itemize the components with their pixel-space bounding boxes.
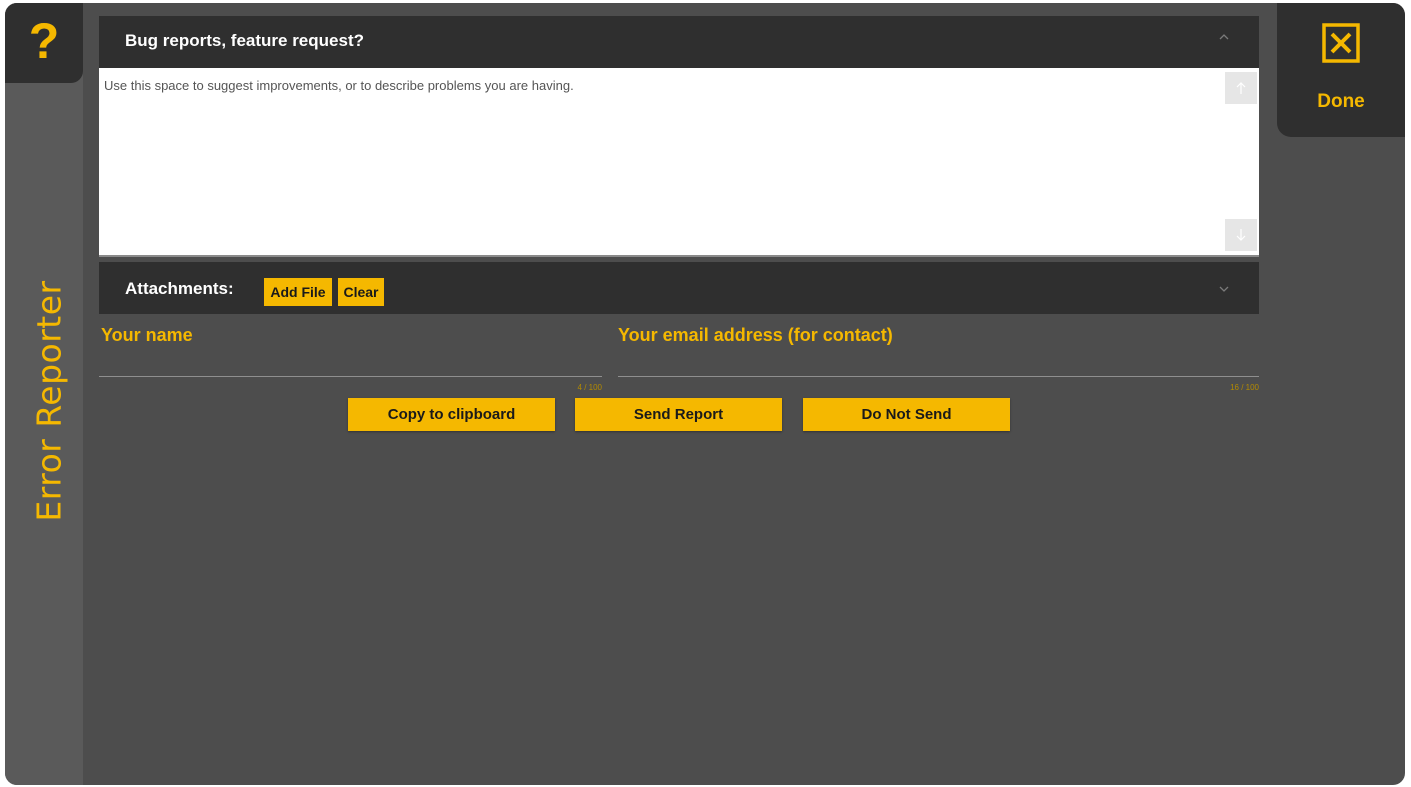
name-input[interactable] — [99, 376, 602, 377]
email-counter: 16 / 100 — [1230, 383, 1259, 392]
attachments-header: Attachments: Add File Clear — [99, 262, 1259, 314]
add-file-button[interactable]: Add File — [264, 278, 332, 306]
bug-report-title: Bug reports, feature request? — [125, 31, 364, 50]
scroll-down-button[interactable] — [1225, 219, 1257, 251]
email-label: Your email address (for contact) — [618, 325, 893, 345]
clear-attachments-button[interactable]: Clear — [338, 278, 384, 306]
close-box-icon — [1322, 23, 1360, 63]
done-button[interactable]: Done — [1277, 3, 1405, 137]
error-reporter-window: ? Error Reporter Done Bug reports, featu… — [5, 3, 1405, 785]
attachments-title: Attachments: — [125, 279, 234, 298]
email-input[interactable] — [618, 376, 1259, 377]
do-not-send-button[interactable]: Do Not Send — [803, 398, 1010, 431]
help-icon: ? — [28, 13, 60, 69]
help-button[interactable]: ? — [5, 3, 83, 83]
chevron-down-icon[interactable] — [1217, 282, 1231, 296]
chevron-up-icon[interactable] — [1217, 30, 1231, 44]
left-rail: ? Error Reporter — [5, 3, 83, 785]
send-report-button[interactable]: Send Report — [575, 398, 782, 431]
bug-report-header[interactable]: Bug reports, feature request? — [99, 16, 1259, 68]
bug-report-textarea[interactable]: Use this space to suggest improvements, … — [99, 68, 1259, 257]
name-label: Your name — [101, 325, 193, 345]
app-title: Error Reporter — [29, 280, 69, 522]
done-label: Done — [1317, 91, 1365, 112]
name-counter: 4 / 100 — [577, 383, 602, 392]
copy-to-clipboard-button[interactable]: Copy to clipboard — [348, 398, 555, 431]
arrow-up-icon — [1236, 82, 1246, 94]
textarea-placeholder: Use this space to suggest improvements, … — [104, 78, 574, 93]
arrow-down-icon — [1236, 229, 1246, 241]
scroll-up-button[interactable] — [1225, 72, 1257, 104]
